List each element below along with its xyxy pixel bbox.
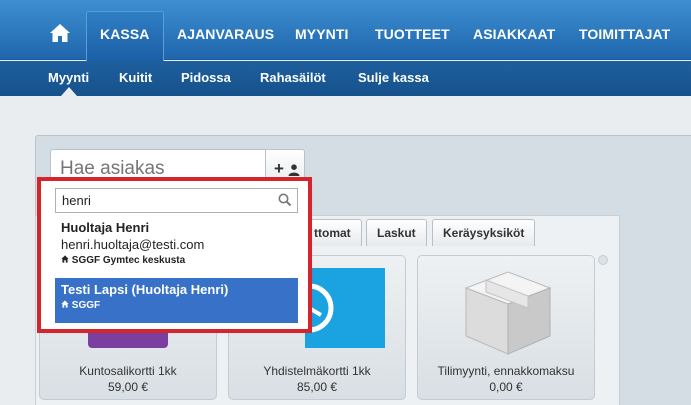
- scroll-indicator[interactable]: [598, 255, 608, 265]
- result-org-label: SGGF Gymtec keskusta: [71, 255, 186, 266]
- product-name: Tilimyynti, ennakkomaksu: [437, 364, 575, 378]
- subnav-rahasailot[interactable]: Rahasäilöt: [260, 61, 326, 94]
- nav-asiakkaat[interactable]: ASIAKKAAT: [473, 12, 555, 56]
- product-name: Yhdistelmäkortti 1kk: [263, 364, 371, 378]
- plus-icon: +: [274, 159, 284, 178]
- product-price: 0,00 €: [489, 380, 523, 394]
- home-icon: [50, 24, 70, 42]
- home-icon: [61, 255, 69, 263]
- subnav-pidossa[interactable]: Pidossa: [181, 61, 231, 94]
- home-icon: [61, 300, 69, 308]
- home-button[interactable]: [36, 10, 82, 56]
- tab-keraysyksikot[interactable]: Keräysyksiköt: [432, 219, 536, 246]
- result-org: SGGF Gymtec keskusta: [61, 255, 292, 266]
- subnav-sulje-kassa[interactable]: Sulje kassa: [358, 61, 429, 94]
- user-icon: [288, 164, 300, 176]
- product-image: [287, 268, 385, 348]
- sub-navigation: Myynti Kuitit Pidossa Rahasäilöt Sulje k…: [0, 61, 691, 96]
- nav-kassa[interactable]: KASSA: [86, 11, 164, 61]
- product-tile-tilimyynti[interactable]: Tilimyynti, ennakkomaksu 0,00 €: [417, 255, 595, 400]
- tab-laskut[interactable]: Laskut: [366, 219, 427, 246]
- product-price: 59,00 €: [107, 380, 149, 394]
- result-name: Testi Lapsi (Huoltaja Henri): [61, 282, 229, 297]
- result-email: henri.huoltaja@testi.com: [61, 237, 205, 252]
- search-result-item-selected[interactable]: Testi Lapsi (Huoltaja Henri) SGGF: [55, 278, 298, 323]
- search-icon: [278, 193, 292, 207]
- nav-myynti[interactable]: MYYNTI: [295, 12, 349, 56]
- dropdown-search-input[interactable]: [55, 188, 298, 213]
- nav-toimittajat[interactable]: TOIMITTAJAT: [579, 12, 670, 56]
- result-name: Huoltaja Henri: [61, 220, 150, 235]
- result-org-label: SGGF: [71, 300, 101, 311]
- active-indicator: [61, 87, 77, 96]
- search-result-item[interactable]: Huoltaja Henri henri.huoltaja@testi.com …: [55, 218, 298, 268]
- nav-tuotteet[interactable]: TUOTTEET: [375, 12, 450, 56]
- result-org: SGGF: [61, 300, 292, 311]
- main-navigation: KASSA AJANVARAUS MYYNTI TUOTTEET ASIAKKA…: [0, 0, 691, 61]
- box-icon: [464, 271, 552, 355]
- subnav-kuitit[interactable]: Kuitit: [119, 61, 152, 94]
- nav-ajanvaraus[interactable]: AJANVARAUS: [177, 12, 274, 56]
- product-price: 85,00 €: [296, 380, 338, 394]
- tab-maksuttomat[interactable]: ttomat: [308, 219, 362, 246]
- product-name: Kuntosalikortti 1kk: [79, 364, 177, 378]
